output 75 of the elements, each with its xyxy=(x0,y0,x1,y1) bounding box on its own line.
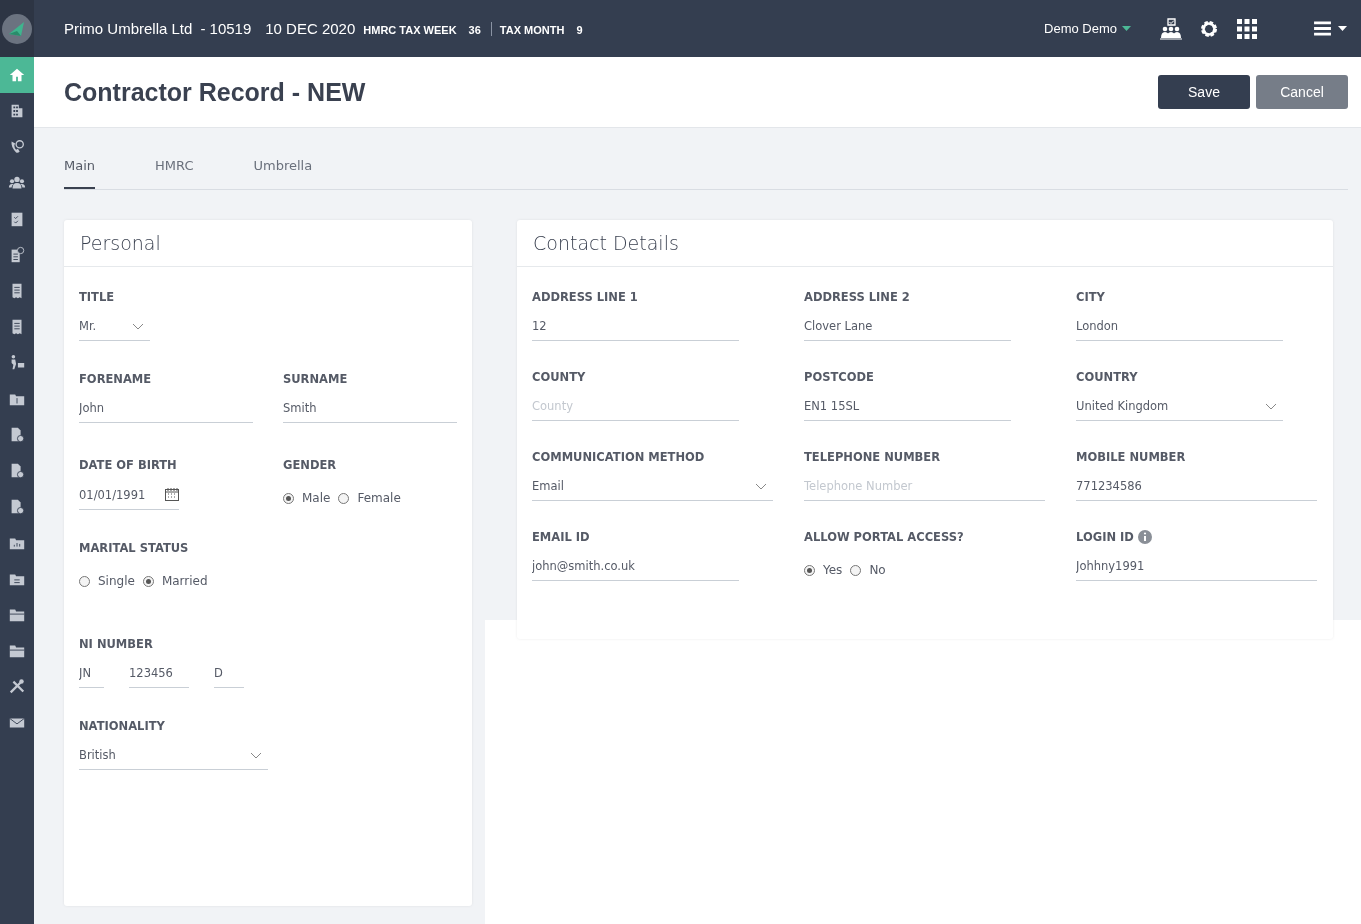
field-label: ADDRESS LINE 1 xyxy=(532,289,639,305)
menu-icon xyxy=(1313,21,1332,36)
input-field[interactable]: john@smith.co.uk xyxy=(532,552,739,581)
team-icon[interactable] xyxy=(1159,17,1183,40)
field-label: COMMUNICATION METHOD xyxy=(532,449,706,465)
field-label: FORENAME xyxy=(79,371,153,387)
field-label: SURNAME xyxy=(283,371,349,387)
tools-icon xyxy=(8,678,26,696)
radio-option[interactable]: Yes xyxy=(804,563,843,577)
field-label: NI NUMBER xyxy=(79,636,154,652)
company-code: - 10519 xyxy=(200,20,252,37)
field-label: COUNTRY xyxy=(1076,369,1139,385)
tab[interactable]: Umbrella xyxy=(253,158,313,189)
chevron-icon xyxy=(250,751,262,759)
field-label: ALLOW PORTAL ACCESS? xyxy=(804,529,965,545)
field-label: CITY xyxy=(1076,289,1106,305)
tab[interactable]: Main xyxy=(64,158,96,189)
menu-button[interactable] xyxy=(1313,21,1347,36)
caret-icon xyxy=(1338,26,1347,31)
date-field[interactable]: 01/01/1991 xyxy=(79,480,179,510)
dropdown[interactable]: Mr. xyxy=(79,312,150,341)
card-title: Personal xyxy=(64,220,472,267)
input-field[interactable]: EN1 15SL xyxy=(804,392,1011,421)
chevron-icon xyxy=(1265,402,1277,410)
input-field[interactable]: D xyxy=(214,659,244,688)
input-field[interactable]: Smith xyxy=(283,394,457,423)
tab[interactable]: HMRC xyxy=(155,158,194,189)
field-label: EMAIL ID xyxy=(532,529,591,545)
field-label: MOBILE NUMBER xyxy=(1076,449,1187,465)
cancel-button[interactable]: Cancel xyxy=(1256,75,1348,109)
tax-week-label: HMRC TAX WEEK xyxy=(363,24,457,36)
field-label: COUNTY xyxy=(532,369,587,385)
input-field[interactable]: Johhny1991 xyxy=(1076,552,1317,581)
input-field[interactable]: 12 xyxy=(532,312,739,341)
calendar-icon[interactable] xyxy=(165,488,179,501)
field-label: MARITAL STATUS xyxy=(79,540,190,556)
tax-week-value: 36 xyxy=(468,24,481,36)
logo-icon xyxy=(2,13,32,44)
input-field[interactable]: London xyxy=(1076,312,1283,341)
user-menu[interactable]: Demo Demo xyxy=(1044,21,1131,36)
radio-option[interactable]: Female xyxy=(338,491,401,505)
current-date: 10 DEC 2020 xyxy=(265,20,356,37)
input-field[interactable]: County xyxy=(532,392,739,421)
page-title: Contractor Record - NEW xyxy=(64,77,367,107)
tax-month-label: TAX MONTH xyxy=(499,24,565,36)
company-name: Primo Umbrella Ltd xyxy=(64,20,193,37)
field-label: POSTCODE xyxy=(804,369,875,385)
apps-grid-icon[interactable] xyxy=(1235,17,1259,40)
field-label: DATE OF BIRTH xyxy=(79,457,178,473)
chevron-icon xyxy=(755,482,767,490)
save-button[interactable]: Save xyxy=(1158,75,1250,109)
dropdown[interactable]: British xyxy=(79,741,268,770)
chevron-icon xyxy=(132,322,144,330)
home-icon xyxy=(8,66,26,84)
card-title: Contact Details xyxy=(517,220,1333,267)
dropdown[interactable]: Email xyxy=(532,472,773,501)
radio-option[interactable]: No xyxy=(850,563,886,577)
input-field[interactable]: JN xyxy=(79,659,104,688)
input-field[interactable]: Clover Lane xyxy=(804,312,1011,341)
field-label: NATIONALITY xyxy=(79,718,166,734)
input-field[interactable]: 123456 xyxy=(129,659,189,688)
field-label: TELEPHONE NUMBER xyxy=(804,449,942,465)
radio-option[interactable]: Single xyxy=(79,574,135,588)
field-label: GENDER xyxy=(283,457,338,473)
input-field[interactable]: John xyxy=(79,394,253,423)
radio-option[interactable]: Married xyxy=(142,574,208,588)
input-field[interactable]: 771234586 xyxy=(1076,472,1317,501)
input-field[interactable]: Telephone Number xyxy=(804,472,1045,501)
tax-month-value: 9 xyxy=(576,24,583,36)
dropdown[interactable]: United Kingdom xyxy=(1076,392,1283,421)
radio-option[interactable]: Male xyxy=(283,491,331,505)
field-label: LOGIN ID xyxy=(1076,530,1134,544)
caret-icon xyxy=(1122,26,1131,31)
field-label: ADDRESS LINE 2 xyxy=(804,289,911,305)
field-label: TITLE xyxy=(79,289,116,305)
